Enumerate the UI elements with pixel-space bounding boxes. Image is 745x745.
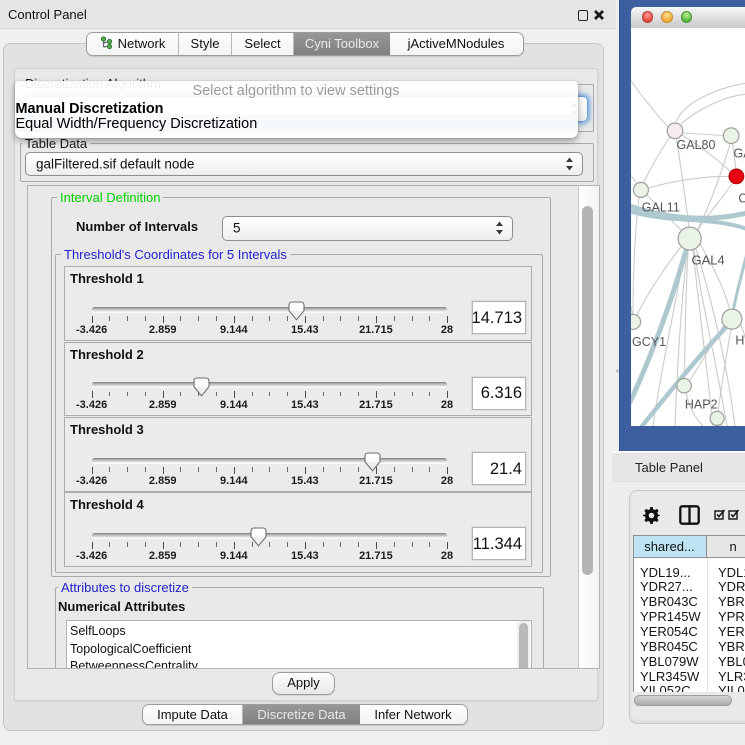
svg-text:HAP2: HAP2 (685, 397, 718, 411)
svg-text:GAL4: GAL4 (692, 252, 725, 267)
svg-text:C: C (738, 191, 745, 205)
svg-text:GAL11: GAL11 (642, 200, 680, 214)
svg-text:H: H (735, 333, 744, 347)
svg-text:GCY1: GCY1 (632, 334, 666, 348)
svg-text:GAL80: GAL80 (677, 138, 716, 152)
svg-text:GA: GA (734, 146, 745, 160)
